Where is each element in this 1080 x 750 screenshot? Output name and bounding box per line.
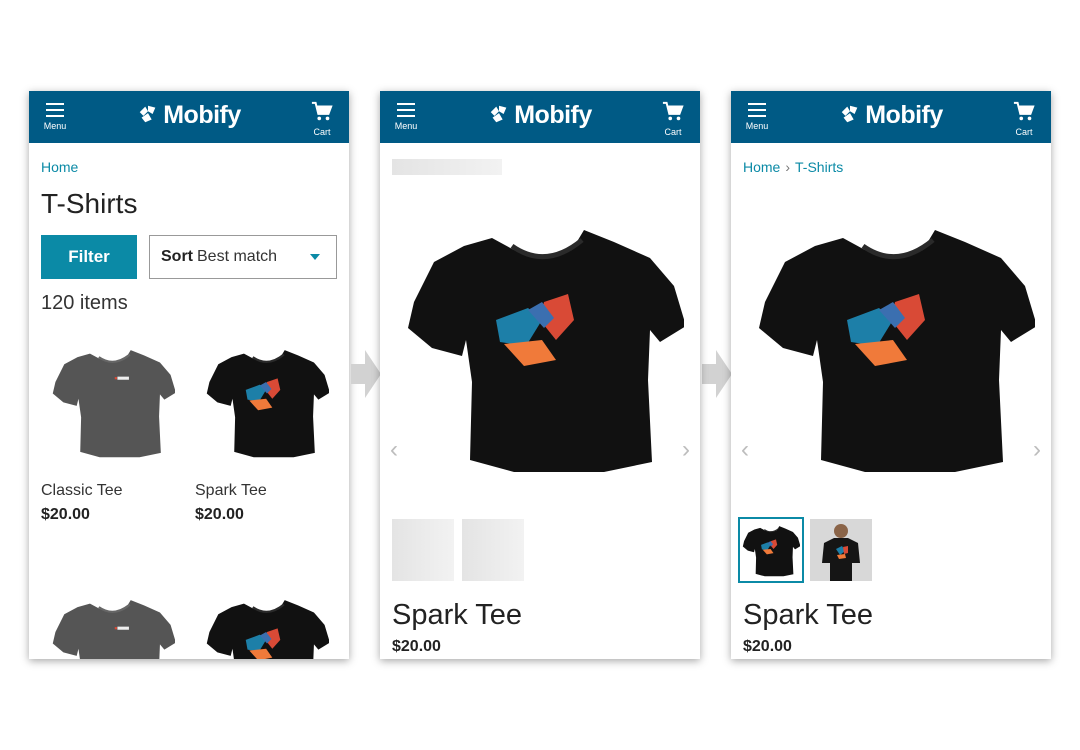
cart-label: Cart [664,127,682,137]
chevron-left-icon[interactable]: ‹ [390,436,398,464]
cart-button[interactable]: Cart [658,101,688,137]
cart-icon [661,101,685,123]
thumbnail-placeholder [462,519,524,581]
thumbnail-selected[interactable] [738,517,804,583]
product-image[interactable] [51,341,175,461]
breadcrumb-tshirts-link[interactable]: T-Shirts [795,159,843,175]
breadcrumb: Home › T-Shirts [743,159,843,175]
filter-button[interactable]: Filter [41,235,137,279]
product-name[interactable]: Spark Tee [195,482,267,500]
sort-select[interactable]: Sort Best match [149,235,337,279]
cart-button[interactable]: Cart [307,101,337,137]
product-name[interactable]: Classic Tee [41,482,123,500]
product-price: $20.00 [743,638,792,655]
mobify-logo-icon [137,103,159,125]
brand-logo[interactable]: Mobify [29,101,349,130]
product-price: $20.00 [195,506,244,523]
transition-arrow-icon [351,350,381,398]
brand-logo[interactable]: Mobify [731,101,1051,130]
chevron-right-icon[interactable]: › [1033,436,1041,464]
product-price: $20.00 [392,638,441,655]
cart-label: Cart [313,127,331,137]
product-image[interactable] [51,591,175,659]
transition-arrow-icon [702,350,732,398]
breadcrumb: Home [41,159,78,175]
thumbnail-image [810,519,872,581]
product-main-image[interactable] [404,209,684,481]
breadcrumb-separator-icon: › [785,159,791,175]
chevron-left-icon[interactable]: ‹ [741,436,749,464]
sort-label: Sort [161,248,193,265]
product-price: $20.00 [41,506,90,523]
cart-icon [310,101,334,123]
product-main-image[interactable] [755,209,1035,481]
screen-product-detail-loading: Menu Mobify Cart ‹ › Spark Tee $20.00 [380,91,700,659]
cart-label: Cart [1015,127,1033,137]
thumbnail-placeholder [392,519,454,581]
app-header: Menu Mobify Cart [29,91,349,143]
brand-logo[interactable]: Mobify [380,101,700,130]
screen-product-listing: Menu Mobify Cart Home T-Shirts Filter So… [29,91,349,659]
thumbnail-image [742,521,800,579]
breadcrumb-placeholder [392,159,502,175]
app-header: Menu Mobify Cart [731,91,1051,143]
cart-icon [1012,101,1036,123]
mobify-logo-icon [488,103,510,125]
product-title: Spark Tee [392,599,523,631]
chevron-right-icon[interactable]: › [682,436,690,464]
caret-down-icon [310,254,320,260]
app-header: Menu Mobify Cart [380,91,700,143]
thumbnail-model[interactable] [810,519,872,581]
breadcrumb-home-link[interactable]: Home [743,159,780,175]
item-count: 120 items [41,292,128,314]
product-image[interactable] [205,591,329,659]
cart-button[interactable]: Cart [1009,101,1039,137]
screen-product-detail: Menu Mobify Cart Home › T-Shirts ‹ › Spark… [731,91,1051,659]
page-title: T-Shirts [41,188,138,219]
sort-value: Best match [197,248,278,265]
mobify-logo-icon [839,103,861,125]
product-image[interactable] [205,341,329,461]
product-title: Spark Tee [743,599,874,631]
breadcrumb-home-link[interactable]: Home [41,159,78,175]
